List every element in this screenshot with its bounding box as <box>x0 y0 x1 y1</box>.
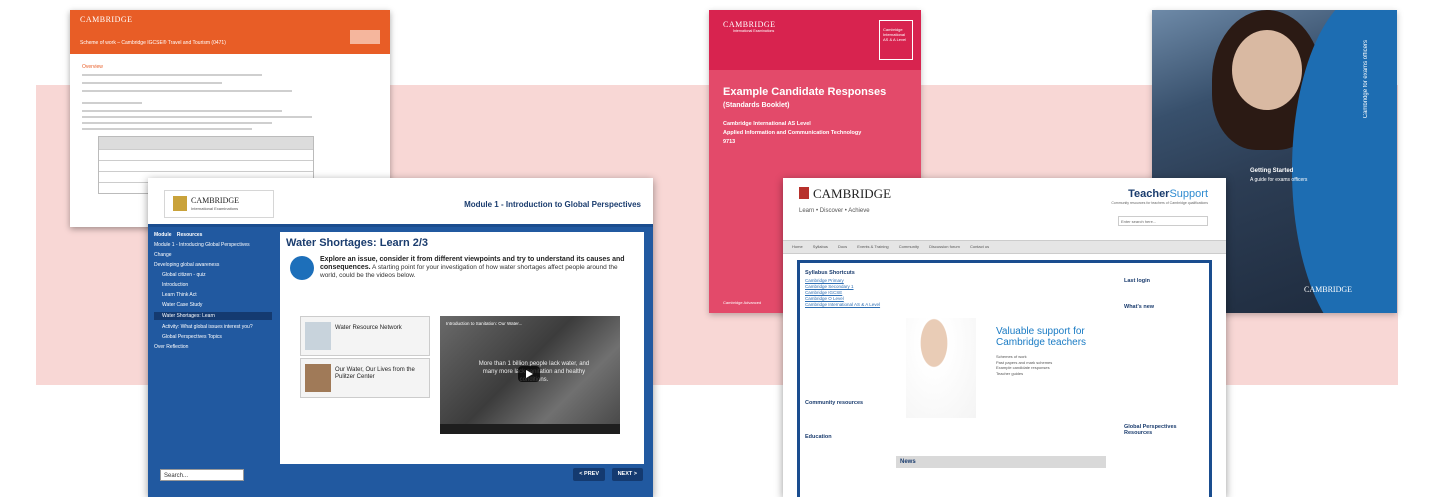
shortcut-link[interactable]: Cambridge Primary <box>805 278 885 283</box>
cambridge-logo: CAMBRIDGE <box>813 186 892 201</box>
logo-subtitle: International Examinations <box>733 29 775 33</box>
nav-item-active[interactable]: Water Shortages: Learn <box>154 312 272 320</box>
teacher-support-brand: TeacherSupport <box>1128 188 1208 200</box>
module-heading: Module 1 - Introduction to Global Perspe… <box>464 200 641 209</box>
module-header: CAMBRIDGE International Examinations Mod… <box>148 178 653 227</box>
tab-module[interactable]: Module <box>154 232 172 238</box>
qualification-line: Applied Information and Communication Te… <box>723 130 862 136</box>
teacher-photo <box>906 318 976 418</box>
hero-bullets: Schemes of work Past papers and mark sch… <box>996 354 1053 376</box>
booklet-title: Example Candidate Responses <box>723 86 887 98</box>
brand-description: Community resources for teachers of Camb… <box>1111 201 1208 205</box>
nav-forum[interactable]: Discussion forum <box>929 244 960 249</box>
cambridge-logo: CAMBRIDGE <box>1304 285 1353 294</box>
nav-contact[interactable]: Contact us <box>970 244 989 249</box>
shortcut-link[interactable]: Cambridge IGCSE <box>805 290 885 295</box>
nav-syllabus[interactable]: Syllabus <box>813 244 828 249</box>
cambridge-logo: CAMBRIDGE <box>723 20 776 29</box>
tab-resources[interactable]: Resources <box>177 232 203 238</box>
news-section: News <box>896 456 1106 468</box>
play-icon[interactable] <box>518 366 540 382</box>
teacher-support-website: CAMBRIDGE Learn • Discover • Achieve Tea… <box>783 178 1226 497</box>
section-heading: Overview <box>82 64 103 70</box>
lesson-title: Water Shortages: Learn 2/3 <box>286 237 429 249</box>
nav-item[interactable]: Global Perspectives Topics <box>154 334 272 340</box>
nav-community[interactable]: Community <box>899 244 919 249</box>
hero-title: Valuable support for Cambridge teachers <box>996 326 1087 348</box>
nav-home[interactable]: Home <box>792 244 803 249</box>
module-nav: Module 1 - Introducing Global Perspectiv… <box>154 242 272 354</box>
crest-icon <box>173 196 187 211</box>
nav-item[interactable]: Activity: What global issues interest yo… <box>154 324 272 330</box>
site-tagline: Learn • Discover • Achieve <box>799 208 870 214</box>
main-nav: Home Syllabus Docs Events & Training Com… <box>783 240 1226 254</box>
next-button[interactable]: NEXT > <box>611 468 643 481</box>
module-tabs: Module Resources <box>154 232 206 238</box>
spine-text: Cambridge for exams officers <box>1363 40 1369 119</box>
document-header: CAMBRIDGE Scheme of work – Cambridge IGC… <box>70 10 390 54</box>
resource-thumbnail <box>305 364 331 392</box>
resource-card[interactable]: Our Water, Our Lives from the Pulitzer C… <box>300 358 430 398</box>
nav-docs[interactable]: Docs <box>838 244 847 249</box>
booklet-subtitle: (Standards Booklet) <box>723 102 790 109</box>
nav-item[interactable]: Module 1 - Introducing Global Perspectiv… <box>154 242 272 248</box>
crest-icon <box>799 187 809 199</box>
video-player[interactable]: Introduction to Sanitation: Our Water...… <box>440 316 620 434</box>
qualification-line: 9713 <box>723 139 736 145</box>
search-input[interactable]: Enter search here... <box>1118 216 1208 226</box>
nav-events[interactable]: Events & Training <box>857 244 888 249</box>
online-learning-module-window: CAMBRIDGE International Examinations Mod… <box>148 178 653 497</box>
video-title: Introduction to Sanitation: Our Water... <box>446 321 523 326</box>
nav-item[interactable]: Global citizen - quiz <box>154 272 272 278</box>
guide-title: Getting Started <box>1250 168 1294 174</box>
nav-item[interactable]: Learn Think Act <box>154 292 272 298</box>
prev-button[interactable]: < PREV <box>573 468 605 481</box>
right-sidebar: Last login What's new <box>1124 278 1155 310</box>
nav-item[interactable]: Water Case Study <box>154 302 272 308</box>
shortcut-link[interactable]: Cambridge Secondary 1 <box>805 284 885 289</box>
hero-banner: Valuable support for Cambridge teachers … <box>896 318 1096 418</box>
syllabus-shortcuts: Syllabus Shortcuts Cambridge Primary Cam… <box>805 270 885 308</box>
module-content: Water Shortages: Learn 2/3 Explore an is… <box>280 232 644 464</box>
guide-subtitle: A guide for exams officers <box>1250 177 1308 183</box>
shortcut-link[interactable]: Cambridge O Level <box>805 296 885 301</box>
education-section: Education <box>805 434 832 440</box>
cambridge-logo: CAMBRIDGE <box>80 15 133 24</box>
nav-item[interactable]: Over Reflection <box>154 344 272 350</box>
nav-item[interactable]: Introduction <box>154 282 272 288</box>
qualification-line: Cambridge International AS Level <box>723 121 811 127</box>
nav-item[interactable]: Developing global awareness <box>154 262 272 268</box>
cambridge-logo: CAMBRIDGE International Examinations <box>164 190 274 218</box>
level-box: Cambridge International AS & A Level <box>879 20 913 60</box>
video-controls[interactable] <box>440 424 620 434</box>
document-title: Scheme of work – Cambridge IGCSE® Travel… <box>80 40 226 46</box>
globe-icon <box>290 256 314 280</box>
lesson-intro: Explore an issue, consider it from diffe… <box>320 256 625 279</box>
resource-card[interactable]: Water Resource Network <box>300 316 430 356</box>
community-resources: Community resources <box>805 400 864 406</box>
nav-item[interactable]: Change <box>154 252 272 258</box>
search-input[interactable]: Search... <box>160 469 244 481</box>
global-perspectives-resources: Global Perspectives Resources <box>1124 424 1177 436</box>
shortcut-link[interactable]: Cambridge International AS & A Level <box>805 302 885 307</box>
qualification-badge <box>350 30 380 44</box>
resource-thumbnail <box>305 322 331 350</box>
booklet-footer: Cambridge Advanced <box>723 300 762 305</box>
